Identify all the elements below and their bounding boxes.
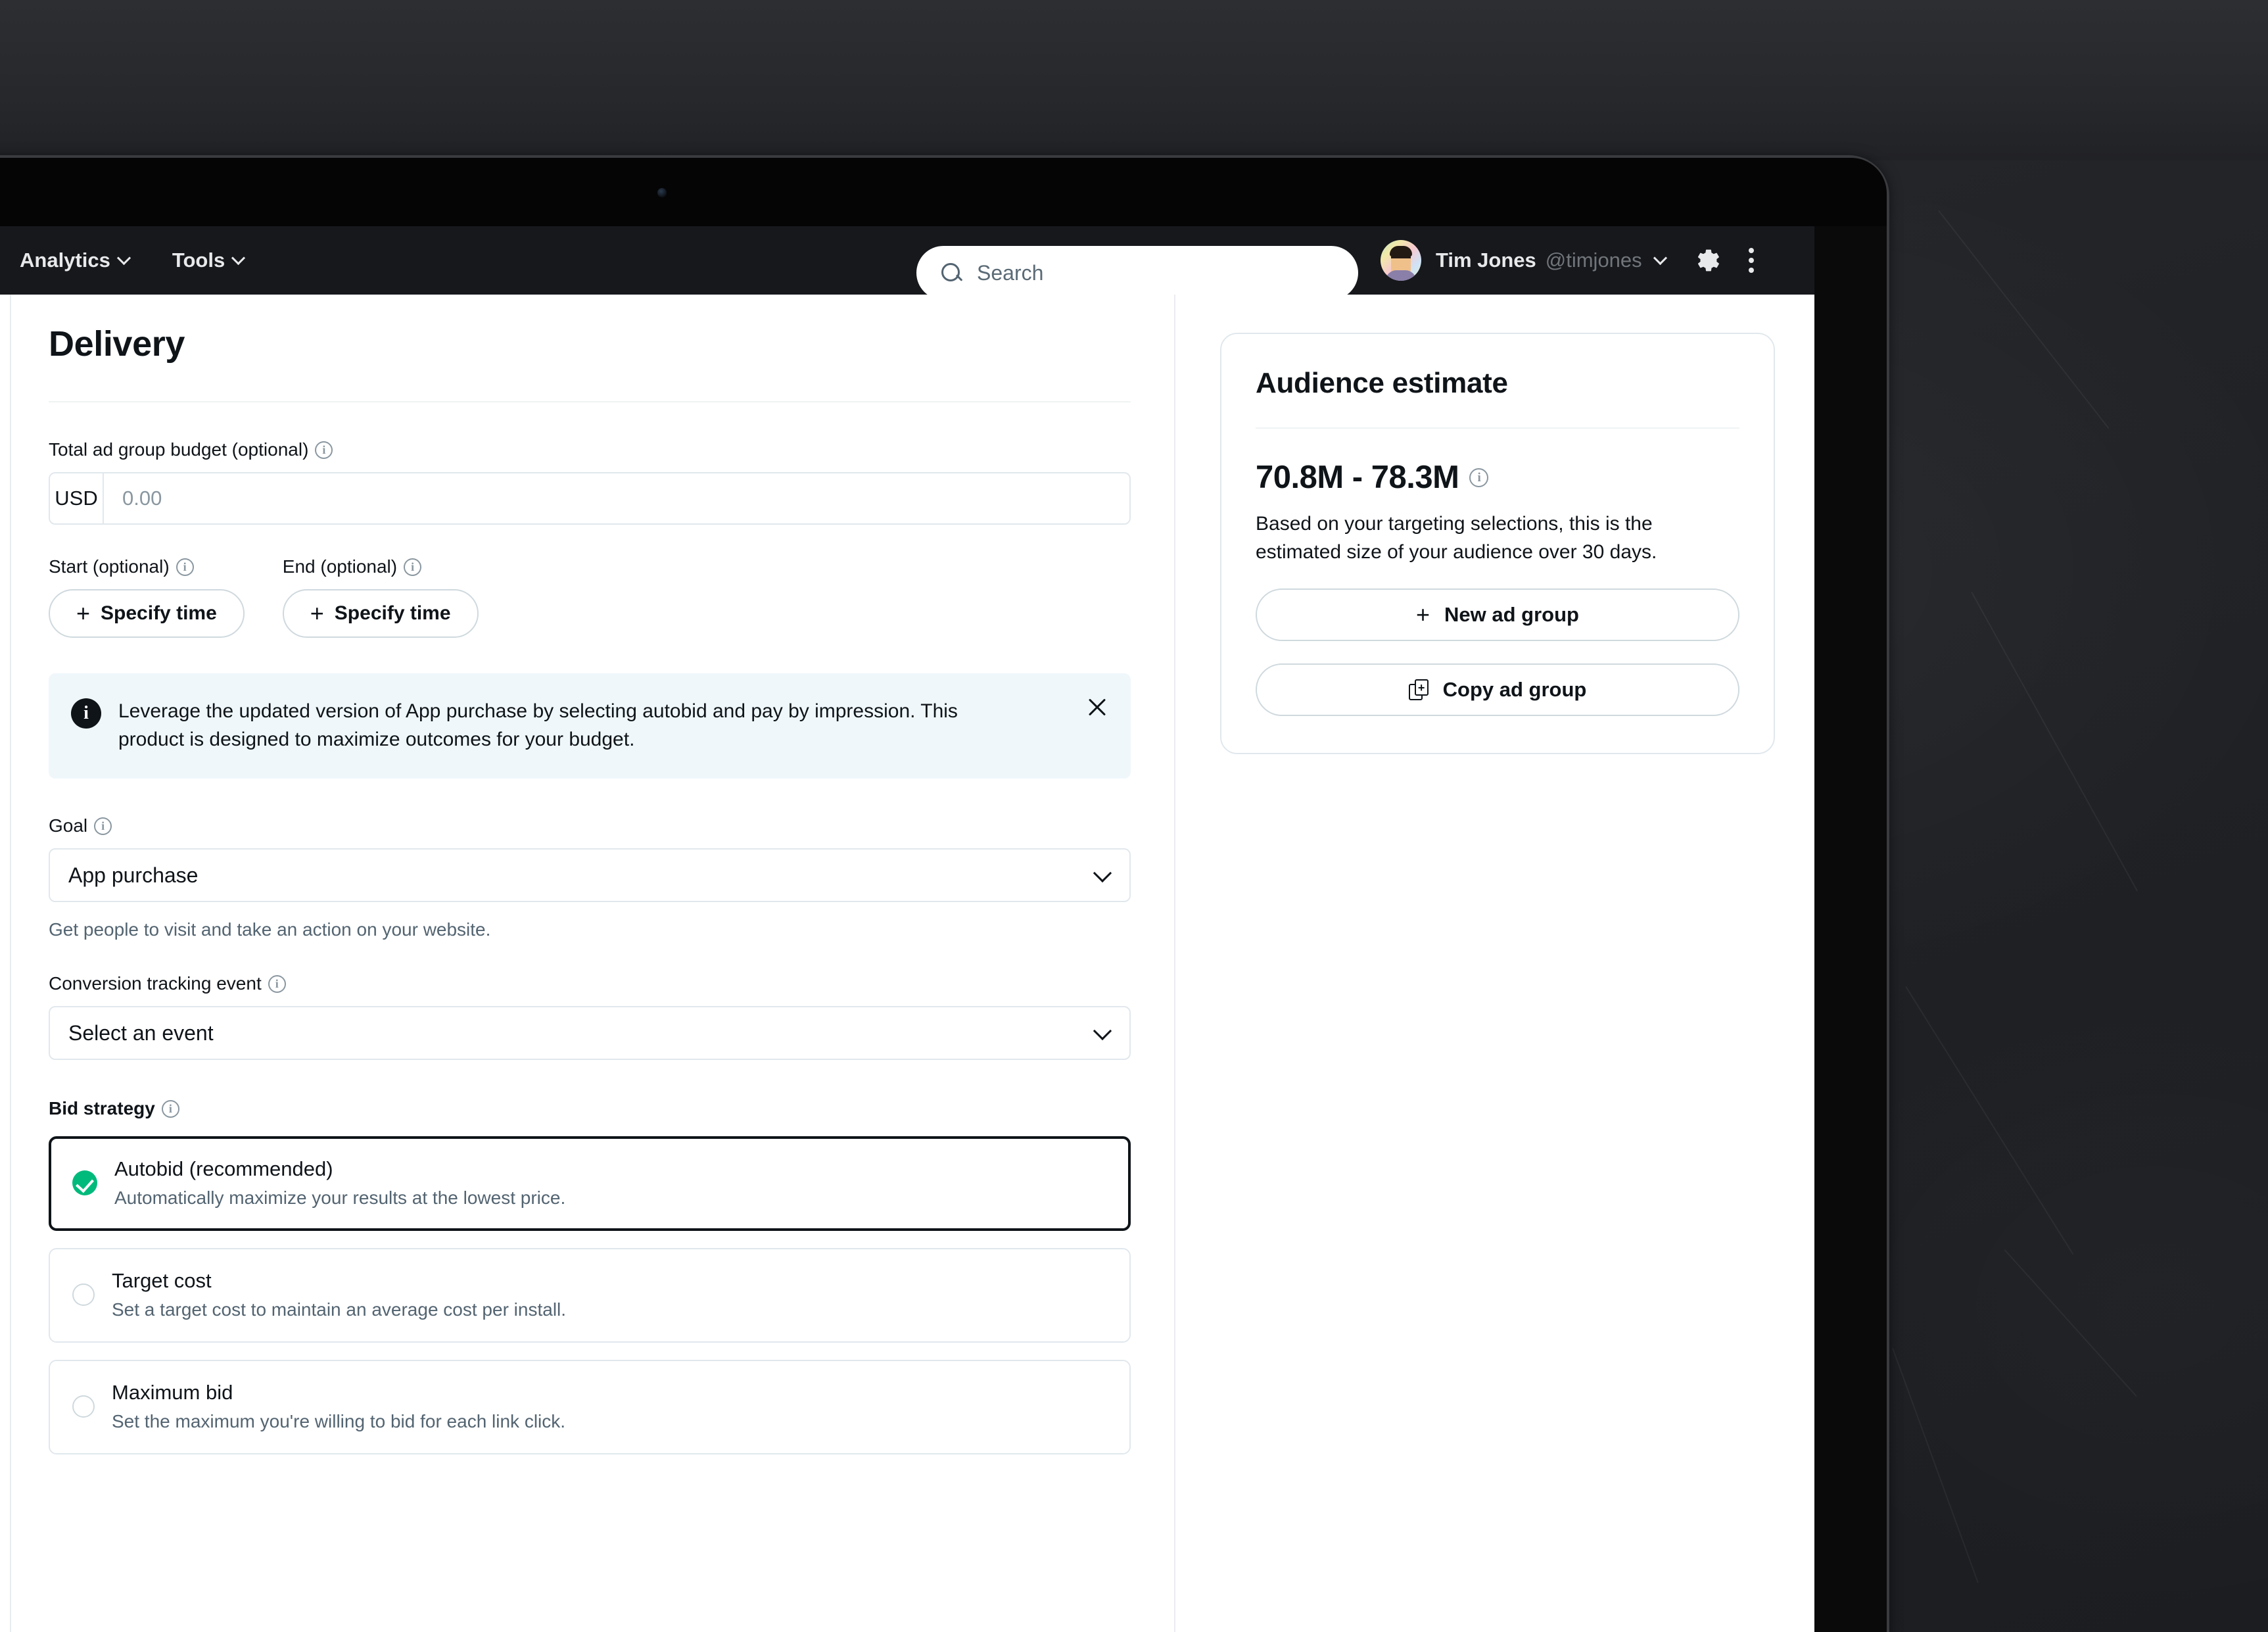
bid-strategy-label: Bid strategy xyxy=(49,1098,155,1119)
bid-option-target-cost[interactable]: Target cost Set a target cost to maintai… xyxy=(49,1248,1131,1343)
start-label-row: Start (optional) i xyxy=(49,556,245,577)
chevron-down-icon xyxy=(1094,1024,1111,1042)
bid-option-autobid[interactable]: Autobid (recommended) Automatically maxi… xyxy=(49,1136,1131,1232)
conversion-label-row: Conversion tracking event i xyxy=(49,973,1131,994)
info-icon[interactable]: i xyxy=(268,974,286,993)
bid-option-maximum-bid[interactable]: Maximum bid Set the maximum you're willi… xyxy=(49,1360,1131,1455)
nav-item-tools-label: Tools xyxy=(172,249,225,272)
budget-input[interactable] xyxy=(104,473,1129,523)
close-icon[interactable] xyxy=(1086,696,1108,718)
plus-icon: + xyxy=(76,599,91,627)
chevron-down-icon xyxy=(1654,252,1666,265)
info-icon[interactable]: i xyxy=(161,1099,179,1118)
start-label: Start (optional) xyxy=(49,556,170,577)
bid-option-maximum-bid-title: Maximum bid xyxy=(112,1381,233,1404)
schedule-end: End (optional) i + Specify time xyxy=(282,556,479,638)
audience-estimate-description: Based on your targeting selections, this… xyxy=(1256,513,1657,563)
nav-item-analytics-label: Analytics xyxy=(20,249,110,272)
bid-option-target-cost-desc: Set a target cost to maintain an average… xyxy=(112,1299,567,1320)
avatar xyxy=(1381,240,1421,281)
nav-item-analytics[interactable]: Analytics xyxy=(0,249,151,272)
budget-label: Total ad group budget (optional) xyxy=(49,439,309,460)
page-content: Delivery Total ad group budget (optional… xyxy=(0,295,1814,1632)
copy-ad-group-button[interactable]: + Copy ad group xyxy=(1256,663,1739,717)
info-icon[interactable]: i xyxy=(315,441,333,459)
laptop-frame: Analytics Tools Tim Jones @timjones xyxy=(0,158,1887,1632)
bid-option-autobid-title: Autobid (recommended) xyxy=(114,1157,333,1181)
specify-start-time-button[interactable]: + Specify time xyxy=(49,589,245,638)
radio-unselected-icon xyxy=(72,1395,95,1418)
main-column: Delivery Total ad group budget (optional… xyxy=(11,295,1175,1632)
schedule-start: Start (optional) i + Specify time xyxy=(49,556,245,638)
chevron-down-icon xyxy=(1094,867,1111,884)
gear-icon[interactable] xyxy=(1695,248,1720,273)
specify-end-time-button[interactable]: + Specify time xyxy=(282,589,479,638)
laptop-bezel-top xyxy=(0,158,1887,226)
goal-label: Goal xyxy=(49,815,88,836)
left-rail xyxy=(0,295,11,1632)
audience-estimate-row: 70.8M - 78.3M i xyxy=(1256,459,1739,496)
plus-icon: + xyxy=(310,599,324,627)
account-handle: @timjones xyxy=(1545,249,1642,272)
audience-estimate-card: Audience estimate 70.8M - 78.3M i Based … xyxy=(1220,333,1775,755)
info-icon[interactable]: i xyxy=(1469,468,1489,487)
end-label: End (optional) xyxy=(282,556,398,577)
chevron-down-icon xyxy=(118,252,130,265)
specify-start-time-label: Specify time xyxy=(101,602,217,624)
search-input[interactable] xyxy=(977,260,1319,285)
backdrop-top-shade xyxy=(0,0,2268,160)
conversion-label: Conversion tracking event xyxy=(49,973,262,994)
conversion-event-select[interactable]: Select an event xyxy=(49,1006,1131,1061)
end-label-row: End (optional) i xyxy=(283,556,479,577)
screen: Analytics Tools Tim Jones @timjones xyxy=(0,226,1814,1632)
audience-estimate-value: 70.8M - 78.3M xyxy=(1256,460,1459,495)
account-menu[interactable]: Tim Jones @timjones xyxy=(1381,226,1755,295)
goal-label-row: Goal i xyxy=(49,815,1131,836)
info-icon[interactable]: i xyxy=(94,817,112,835)
bid-option-maximum-bid-desc: Set the maximum you're willing to bid fo… xyxy=(112,1411,566,1432)
bid-strategy-label-row: Bid strategy i xyxy=(49,1098,1131,1119)
bid-option-target-cost-title: Target cost xyxy=(112,1269,212,1293)
goal-selected-value: App purchase xyxy=(68,863,199,887)
currency-label: USD xyxy=(50,473,104,523)
info-icon[interactable]: i xyxy=(176,558,194,576)
info-icon[interactable]: i xyxy=(404,558,422,576)
radio-selected-icon xyxy=(72,1170,97,1196)
bid-option-autobid-desc: Automatically maximize your results at t… xyxy=(114,1188,566,1209)
audience-estimate-title: Audience estimate xyxy=(1256,367,1508,399)
new-ad-group-button[interactable]: + New ad group xyxy=(1256,588,1739,642)
search-box[interactable] xyxy=(916,246,1358,300)
page-title: Delivery xyxy=(49,324,185,364)
side-column: Audience estimate 70.8M - 78.3M i Based … xyxy=(1175,295,1814,1632)
budget-input-group[interactable]: USD xyxy=(49,472,1131,525)
nav-item-tools[interactable]: Tools xyxy=(151,249,266,272)
more-vertical-icon[interactable] xyxy=(1748,248,1755,273)
account-name: Tim Jones xyxy=(1436,249,1536,272)
chevron-down-icon xyxy=(232,252,245,265)
card-divider xyxy=(1256,427,1739,429)
info-icon: i xyxy=(71,698,101,729)
top-navigation-bar: Analytics Tools Tim Jones @timjones xyxy=(0,226,1814,300)
copy-ad-group-label: Copy ad group xyxy=(1442,678,1587,702)
info-banner: i Leverage the updated version of App pu… xyxy=(49,673,1131,779)
webcam-icon xyxy=(657,188,667,197)
search-icon xyxy=(940,262,962,284)
plus-icon: + xyxy=(1416,600,1430,628)
new-ad-group-label: New ad group xyxy=(1444,603,1579,627)
title-divider xyxy=(49,401,1131,402)
goal-help-text: Get people to visit and take an action o… xyxy=(49,919,491,940)
schedule-row: Start (optional) i + Specify time End (o… xyxy=(49,556,1131,638)
budget-label-row: Total ad group budget (optional) i xyxy=(49,439,1131,460)
radio-unselected-icon xyxy=(72,1284,95,1307)
goal-select[interactable]: App purchase xyxy=(49,848,1131,903)
conversion-selected-value: Select an event xyxy=(68,1020,214,1045)
copy-icon: + xyxy=(1408,679,1429,701)
nav-left-group: Analytics Tools xyxy=(0,249,266,272)
info-banner-text: Leverage the updated version of App purc… xyxy=(118,700,958,751)
specify-end-time-label: Specify time xyxy=(334,602,451,624)
